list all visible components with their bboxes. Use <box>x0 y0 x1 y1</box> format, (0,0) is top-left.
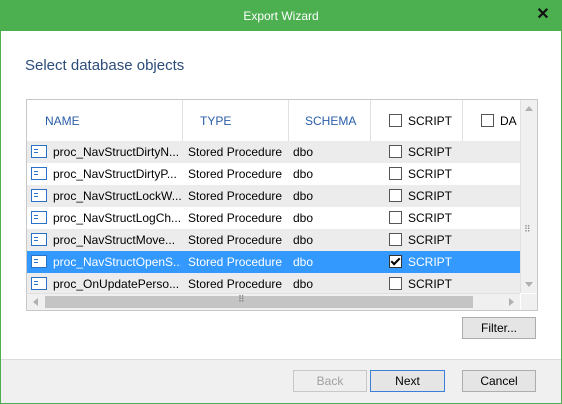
stored-procedure-icon <box>31 277 47 290</box>
row-schema: dbo <box>293 255 314 269</box>
row-name: proc_NavStructLogCh... <box>53 211 181 225</box>
row-script-label: SCRIPT <box>408 211 453 225</box>
row-script-cell: SCRIPT <box>389 273 469 295</box>
table-row[interactable]: proc_NavStructOpenS... Stored Procedure db… <box>27 251 520 273</box>
scroll-grip-icon[interactable]: ⠿ <box>238 294 245 305</box>
row-script-label: SCRIPT <box>408 189 453 203</box>
script-checkbox[interactable] <box>389 255 402 268</box>
objects-grid: NAME TYPE SCHEMA SCRIPT DA proc_NavStruc… <box>26 99 538 311</box>
row-type: Stored Procedure <box>188 167 283 181</box>
row-name-cell: proc_NavStructOpenS... <box>31 251 181 273</box>
row-script-label: SCRIPT <box>408 255 453 269</box>
stored-procedure-icon <box>31 167 47 180</box>
row-script-cell: SCRIPT <box>389 229 469 251</box>
row-name: proc_NavStructDirtyP... <box>53 167 177 181</box>
column-header-data[interactable]: DA <box>463 100 520 142</box>
grid-header: NAME TYPE SCHEMA SCRIPT DA <box>27 100 520 143</box>
horizontal-scrollbar[interactable]: ⠿ <box>27 293 520 310</box>
stored-procedure-icon <box>31 233 47 246</box>
table-row[interactable]: proc_NavStructMove... Stored Procedure dbo… <box>27 229 520 251</box>
scroll-left-icon[interactable] <box>33 298 38 306</box>
row-name-cell: proc_NavStructLogCh... <box>31 207 181 229</box>
row-type: Stored Procedure <box>188 145 283 159</box>
table-row[interactable]: proc_NavStructLockW... Stored Procedure db… <box>27 185 520 207</box>
row-script-cell: SCRIPT <box>389 141 469 163</box>
select-all-script-checkbox[interactable] <box>389 114 402 127</box>
stored-procedure-icon <box>31 255 47 268</box>
table-row[interactable]: proc_NavStructLogCh... Stored Procedure db… <box>27 207 520 229</box>
column-header-type[interactable]: TYPE <box>183 100 289 142</box>
row-name: proc_NavStructDirtyN... <box>53 145 180 159</box>
select-all-data-checkbox[interactable] <box>481 114 494 127</box>
row-name-cell: proc_OnUpdatePerso... <box>31 273 181 295</box>
horizontal-scroll-thumb[interactable] <box>45 296 473 308</box>
column-header-schema[interactable]: SCHEMA <box>289 100 371 142</box>
row-type: Stored Procedure <box>188 211 283 225</box>
row-script-cell: SCRIPT <box>389 251 469 273</box>
row-schema: dbo <box>293 189 314 203</box>
next-button[interactable]: Next <box>370 370 445 392</box>
cancel-button[interactable]: Cancel <box>462 370 536 392</box>
row-script-cell: SCRIPT <box>389 207 469 229</box>
row-name: proc_NavStructLockW... <box>53 189 181 203</box>
script-checkbox[interactable] <box>389 145 402 158</box>
row-script-label: SCRIPT <box>408 233 453 247</box>
row-type: Stored Procedure <box>188 189 283 203</box>
script-checkbox[interactable] <box>389 277 402 290</box>
row-name: proc_NavStructOpenS... <box>53 255 181 269</box>
row-schema: dbo <box>293 211 314 225</box>
row-schema: dbo <box>293 167 314 181</box>
row-name: proc_NavStructMove... <box>53 233 176 247</box>
filter-button[interactable]: Filter... <box>462 317 536 339</box>
close-icon[interactable]: ✕ <box>525 1 561 31</box>
window-title: Export Wizard <box>243 9 319 23</box>
script-checkbox[interactable] <box>389 233 402 246</box>
script-checkbox[interactable] <box>389 211 402 224</box>
row-name-cell: proc_NavStructMove... <box>31 229 181 251</box>
row-script-label: SCRIPT <box>408 167 453 181</box>
row-type: Stored Procedure <box>188 233 283 247</box>
row-name-cell: proc_NavStructDirtyN... <box>31 141 181 163</box>
row-schema: dbo <box>293 277 314 291</box>
title-bar: Export Wizard ✕ <box>1 1 561 31</box>
table-row[interactable]: proc_NavStructDirtyN... Stored Procedure d… <box>27 141 520 163</box>
back-button[interactable]: Back <box>293 370 367 392</box>
row-schema: dbo <box>293 233 314 247</box>
stored-procedure-icon <box>31 145 47 158</box>
scrollbar-corner <box>521 294 537 310</box>
row-schema: dbo <box>293 145 314 159</box>
page-heading: Select database objects <box>25 57 185 74</box>
column-header-script-label: SCRIPT <box>408 114 453 128</box>
row-script-label: SCRIPT <box>408 145 453 159</box>
row-type: Stored Procedure <box>188 255 283 269</box>
table-row[interactable]: proc_OnUpdatePerso... Stored Procedure dbo… <box>27 273 520 295</box>
row-name: proc_OnUpdatePerso... <box>53 277 180 291</box>
column-header-name[interactable]: NAME <box>27 100 183 142</box>
scroll-down-icon[interactable] <box>525 282 533 287</box>
script-checkbox[interactable] <box>389 189 402 202</box>
scroll-right-icon[interactable] <box>509 298 514 306</box>
scroll-up-icon[interactable] <box>525 106 533 111</box>
column-header-data-label: DA <box>500 114 517 128</box>
stored-procedure-icon <box>31 189 47 202</box>
script-checkbox[interactable] <box>389 167 402 180</box>
stored-procedure-icon <box>31 211 47 224</box>
row-name-cell: proc_NavStructLockW... <box>31 185 181 207</box>
export-wizard-window: Export Wizard ✕ Select database objects … <box>0 0 562 404</box>
vertical-scrollbar[interactable]: ⠿ <box>520 100 537 293</box>
row-script-label: SCRIPT <box>408 277 453 291</box>
row-name-cell: proc_NavStructDirtyP... <box>31 163 181 185</box>
column-header-script[interactable]: SCRIPT <box>371 100 463 142</box>
row-script-cell: SCRIPT <box>389 185 469 207</box>
row-script-cell: SCRIPT <box>389 163 469 185</box>
row-type: Stored Procedure <box>188 277 283 291</box>
scroll-grip-icon[interactable]: ⠿ <box>524 224 531 235</box>
table-row[interactable]: proc_NavStructDirtyP... Stored Procedure d… <box>27 163 520 185</box>
